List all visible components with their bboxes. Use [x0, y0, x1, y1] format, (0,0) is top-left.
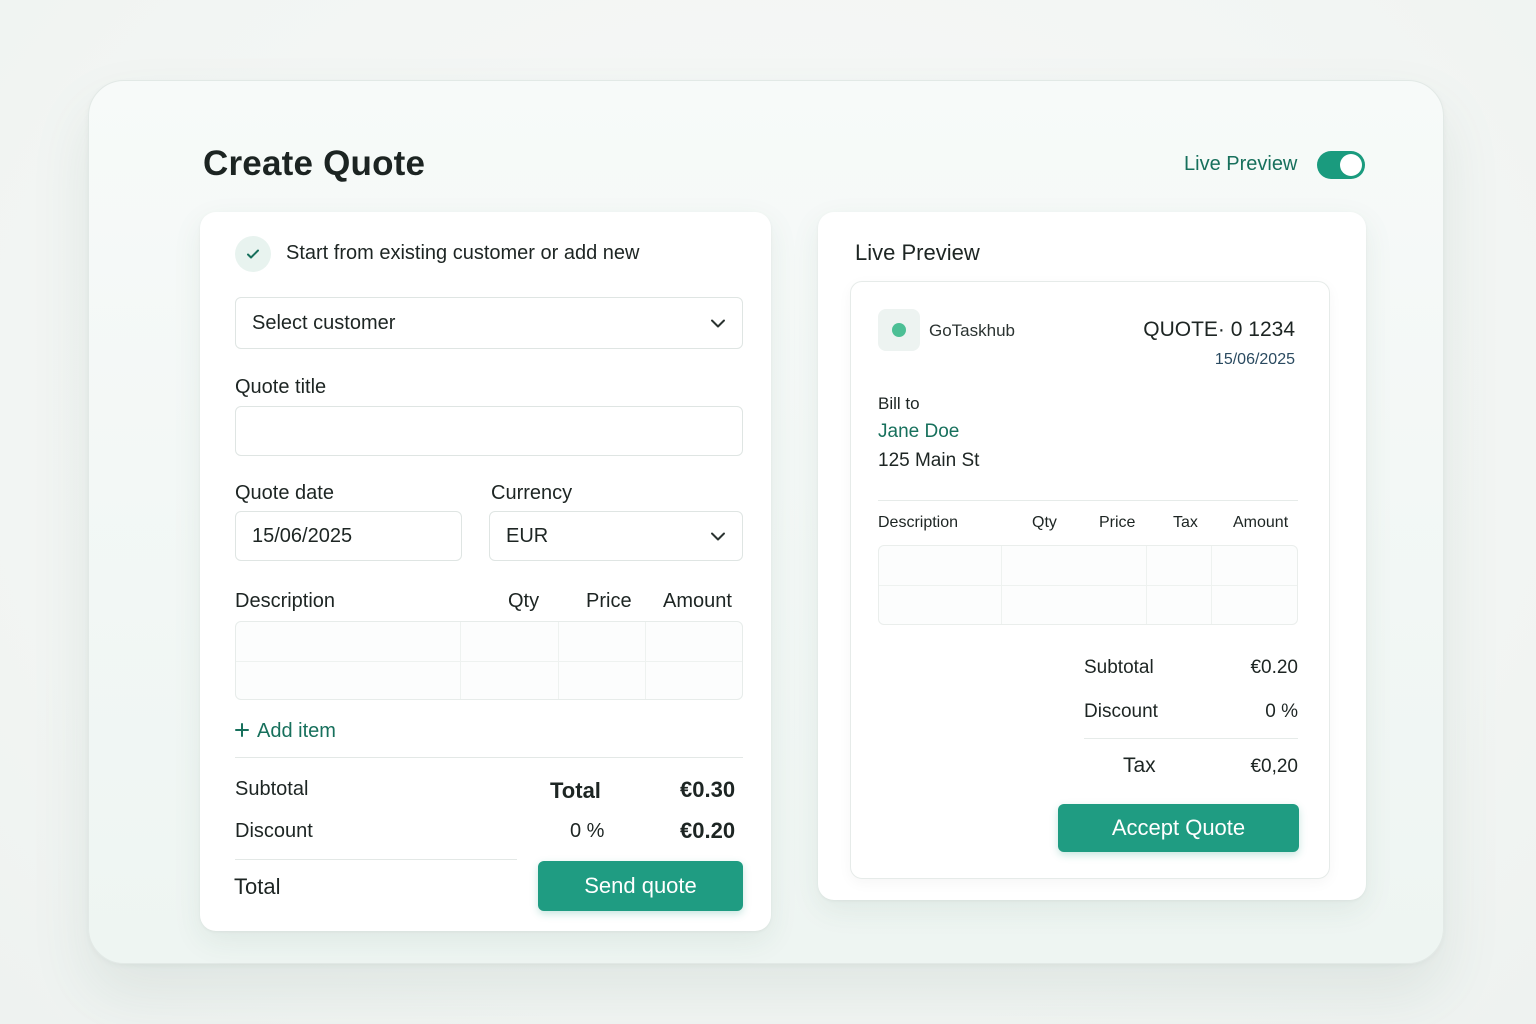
live-preview-card: Live Preview GoTaskhub QUOTE· 0 1234 15/…: [818, 212, 1366, 900]
customer-select[interactable]: Select customer: [235, 297, 743, 349]
subtotal-label: Subtotal: [235, 778, 309, 800]
send-quote-button[interactable]: Send quote: [538, 861, 743, 911]
bill-to-label: Bill to: [878, 394, 920, 413]
column-amount: Amount: [663, 590, 732, 612]
column-qty: Qty: [508, 590, 540, 612]
total-header: Total: [550, 778, 601, 803]
page-title: Create Quote: [203, 144, 426, 183]
customer-select-value: Select customer: [252, 311, 396, 334]
quote-title-label: Quote title: [235, 376, 327, 398]
column-description: Description: [235, 590, 336, 612]
quote-form-card: Start from existing customer or add new …: [200, 212, 771, 931]
plus-icon: [235, 720, 249, 743]
customer-name: Jane Doe: [878, 421, 960, 442]
preview-column-amount: Amount: [1233, 514, 1289, 531]
accept-quote-button[interactable]: Accept Quote: [1058, 804, 1299, 852]
chevron-down-icon: [710, 525, 726, 548]
discount-value: €0.20: [680, 818, 736, 843]
quote-document: GoTaskhub QUOTE· 0 1234 15/06/2025 Bill …: [850, 281, 1330, 879]
brand-logo-icon: [878, 309, 920, 351]
preview-line-items-table: [878, 545, 1298, 625]
currency-label: Currency: [491, 482, 573, 504]
chevron-down-icon: [710, 312, 726, 335]
preview-column-description: Description: [878, 514, 959, 531]
preview-tax-value: €0,20: [1250, 756, 1298, 777]
currency-select[interactable]: EUR: [489, 511, 743, 561]
quote-date-value: 15/06/2025: [252, 524, 353, 547]
toggle-knob: [1340, 154, 1362, 176]
line-items-table[interactable]: [235, 621, 743, 700]
live-preview-toggle-label: Live Preview: [1184, 153, 1298, 175]
quote-date-input[interactable]: 15/06/2025: [235, 511, 462, 561]
preview-column-tax: Tax: [1173, 514, 1198, 531]
preview-column-qty: Qty: [1032, 514, 1057, 531]
preview-discount-value: 0 %: [1265, 701, 1298, 722]
customer-address: 125 Main St: [878, 450, 980, 471]
preview-discount-label: Discount: [1084, 701, 1158, 722]
preview-column-price: Price: [1099, 514, 1136, 531]
total-header-value: €0.30: [680, 777, 736, 802]
column-price: Price: [586, 590, 632, 612]
preview-tax-label: Tax: [1123, 754, 1156, 777]
live-preview-toggle[interactable]: [1317, 151, 1365, 179]
customer-intro-text: Start from existing customer or add new: [286, 242, 640, 264]
quote-number: QUOTE· 0 1234: [1143, 318, 1295, 341]
add-item-label: Add item: [257, 720, 336, 742]
add-item-button[interactable]: Add item: [235, 720, 336, 743]
discount-percent: 0 %: [570, 820, 605, 842]
quote-date-label: Quote date: [235, 482, 334, 504]
preview-subtotal-label: Subtotal: [1084, 657, 1154, 678]
total-label: Total: [234, 874, 281, 899]
quote-title-input[interactable]: [235, 406, 743, 456]
preview-subtotal-value: €0.20: [1250, 657, 1298, 678]
brand-name: GoTaskhub: [929, 321, 1015, 340]
live-preview-heading: Live Preview: [855, 240, 980, 265]
discount-label: Discount: [235, 820, 313, 842]
check-icon: [235, 236, 271, 272]
quote-date: 15/06/2025: [1214, 351, 1295, 368]
currency-value: EUR: [506, 524, 549, 547]
